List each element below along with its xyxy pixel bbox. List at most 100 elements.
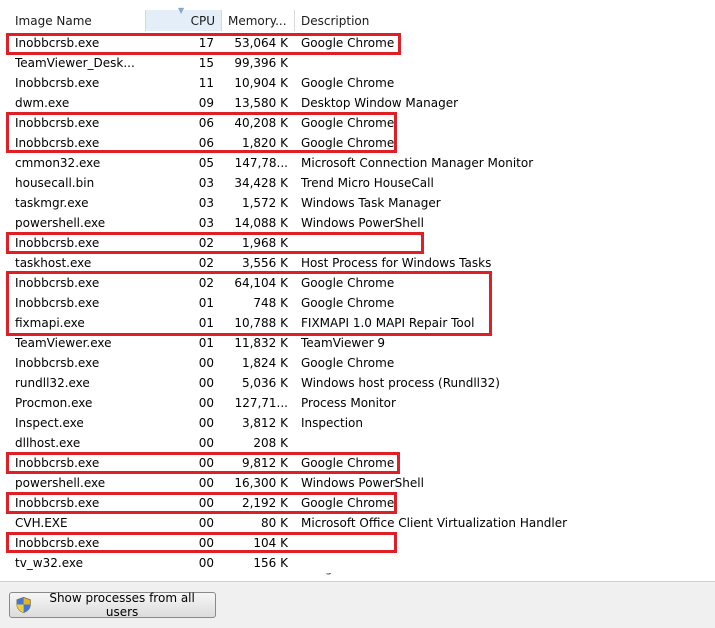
cell-description xyxy=(301,533,711,553)
cell-image-name: housecall.bin xyxy=(15,176,95,190)
cell-memory: 208 K xyxy=(253,436,288,450)
cell-description: Google Chrome xyxy=(301,296,395,310)
show-processes-from-all-users-label: Show processes from all users xyxy=(49,591,195,619)
cell-image-name: CVH.EXE xyxy=(15,516,68,530)
column-header-image-name[interactable]: Image Name xyxy=(0,10,146,31)
process-row[interactable]: Inobbcrsb.exe 01 748 K Google Chrome xyxy=(0,293,715,313)
cell-description xyxy=(301,53,711,73)
process-row[interactable]: fixmapi.exe 01 10,788 K FIXMAPI 1.0 MAPI Re… xyxy=(0,313,715,333)
process-row[interactable]: cmmon32.exe 05 147,78... Microsoft Connecti… xyxy=(0,153,715,173)
cell-description: Google Chrome xyxy=(301,496,395,510)
process-row[interactable]: Inobbcrsb.exe 00 2,192 K Google Chrome xyxy=(0,493,715,513)
cell-memory: 13,580 K xyxy=(234,96,288,110)
cell-cpu: 00 xyxy=(146,573,214,581)
cell-cpu: 00 xyxy=(198,456,214,470)
cell-memory: 16,300 K xyxy=(234,476,288,490)
partial-row: ... 00 964 K Google Windows Host xyxy=(0,573,715,581)
process-row[interactable]: Procmon.exe 00 127,71... Process Monitor xyxy=(0,393,715,413)
cell-cpu: 03 xyxy=(198,196,214,210)
cell-memory: 80 K xyxy=(261,516,288,530)
process-row[interactable]: Inobbcrsb.exe 17 53,064 K Google Chrome xyxy=(0,33,715,53)
cell-image-name: TeamViewer_Desk... xyxy=(15,56,135,70)
cell-cpu: 02 xyxy=(198,256,214,270)
cell-description xyxy=(301,433,711,453)
cell-image-name: TeamViewer.exe xyxy=(15,336,112,350)
cell-description: Microsoft Office Client Virtualization H… xyxy=(301,516,568,530)
process-list[interactable]: Image Name ▼ CPU Memory... Description I… xyxy=(0,0,715,581)
footer-bar: Show processes from all users xyxy=(0,581,715,628)
process-row[interactable]: taskmgr.exe 03 1,572 K Windows Task Manager xyxy=(0,193,715,213)
process-row[interactable]: powershell.exe 03 14,088 K Windows PowerShe… xyxy=(0,213,715,233)
process-row[interactable]: Inobbcrsb.exe 11 10,904 K Google Chrome xyxy=(0,73,715,93)
process-row[interactable]: TeamViewer.exe 01 11,832 K TeamViewer 9 xyxy=(0,333,715,353)
cell-description: Google Chrome xyxy=(301,456,395,470)
cell-image-name: Inobbcrsb.exe xyxy=(15,36,100,50)
cell-memory: 40,208 K xyxy=(234,116,288,130)
cell-image-name: fixmapi.exe xyxy=(15,316,85,330)
process-row[interactable]: powershell.exe 00 16,300 K Windows PowerShe… xyxy=(0,473,715,493)
cell-image-name: Inobbcrsb.exe xyxy=(15,456,100,470)
cell-cpu: 06 xyxy=(198,136,214,150)
sort-descending-icon: ▼ xyxy=(178,6,185,15)
cell-cpu: 02 xyxy=(198,276,214,290)
cell-description xyxy=(301,233,711,253)
cell-description: TeamViewer 9 xyxy=(301,336,385,350)
process-row[interactable]: Inobbcrsb.exe 00 9,812 K Google Chrome xyxy=(0,453,715,473)
cell-cpu: 00 xyxy=(198,496,214,510)
uac-shield-icon xyxy=(16,596,31,614)
cell-cpu: 17 xyxy=(198,36,214,50)
cell-memory: 3,556 K xyxy=(241,256,288,270)
process-row[interactable]: dwm.exe 09 13,580 K Desktop Window Manager xyxy=(0,93,715,113)
cell-memory: 64,104 K xyxy=(234,276,288,290)
process-row[interactable]: TeamViewer_Desk... 15 99,396 K xyxy=(0,53,715,73)
cell-cpu: 03 xyxy=(198,176,214,190)
cell-cpu: 00 xyxy=(198,436,214,450)
cell-image-name: Inobbcrsb.exe xyxy=(15,356,100,370)
column-header-description[interactable]: Description xyxy=(295,10,715,31)
column-header-cpu[interactable]: ▼ CPU xyxy=(146,6,222,31)
cell-description: Windows host process (Rundll32) xyxy=(301,376,500,390)
cell-description: Inspection xyxy=(301,416,363,430)
process-row[interactable]: Inobbcrsb.exe 02 1,968 K xyxy=(0,233,715,253)
cell-description: Windows PowerShell xyxy=(301,216,424,230)
cell-memory: 3,812 K xyxy=(241,416,288,430)
cell-image-name: dllhost.exe xyxy=(15,436,81,450)
cell-image-name: Inobbcrsb.exe xyxy=(15,136,100,150)
process-row[interactable]: rundll32.exe 00 5,036 K Windows host proces… xyxy=(0,373,715,393)
cell-image-name: taskmgr.exe xyxy=(15,196,89,210)
cell-memory: 127,71... xyxy=(234,396,288,410)
process-row[interactable]: Inobbcrsb.exe 00 104 K xyxy=(0,533,715,553)
cell-description: Google Chrome xyxy=(301,116,395,130)
cell-image-name: powershell.exe xyxy=(15,476,106,490)
process-row[interactable]: Inspect.exe 00 3,812 K Inspection xyxy=(0,413,715,433)
cell-image-name: Inobbcrsb.exe xyxy=(15,276,100,290)
process-row[interactable]: housecall.bin 03 34,428 K Trend Micro House… xyxy=(0,173,715,193)
cell-cpu: 01 xyxy=(198,316,214,330)
process-row[interactable]: Inobbcrsb.exe 02 64,104 K Google Chrome xyxy=(0,273,715,293)
cell-cpu: 00 xyxy=(198,376,214,390)
cell-memory: 147,78... xyxy=(234,156,288,170)
cell-image-name: Inobbcrsb.exe xyxy=(15,536,100,550)
process-row[interactable]: taskhost.exe 02 3,556 K Host Process for Wi… xyxy=(0,253,715,273)
cell-memory: 1,820 K xyxy=(241,136,288,150)
cell-image-name: Inobbcrsb.exe xyxy=(15,236,100,250)
show-processes-from-all-users-button[interactable]: Show processes from all users xyxy=(9,591,216,619)
process-row[interactable]: CVH.EXE 00 80 K Microsoft Office Client Vir… xyxy=(0,513,715,533)
cell-description: Host Process for Windows Tasks xyxy=(301,256,492,270)
cell-image-name: dwm.exe xyxy=(15,96,70,110)
cell-description: Microsoft Connection Manager Monitor xyxy=(301,156,534,170)
cell-memory: 99,396 K xyxy=(234,56,288,70)
process-row[interactable]: dllhost.exe 00 208 K xyxy=(0,433,715,453)
column-header-memory[interactable]: Memory... xyxy=(222,10,295,31)
column-header-row: Image Name ▼ CPU Memory... Description xyxy=(0,6,715,32)
cell-cpu: 01 xyxy=(198,296,214,310)
cell-memory: 1,968 K xyxy=(241,236,288,250)
process-row[interactable]: Inobbcrsb.exe 00 1,824 K Google Chrome xyxy=(0,353,715,373)
cell-description: Windows PowerShell xyxy=(301,476,424,490)
process-row[interactable]: Inobbcrsb.exe 06 1,820 K Google Chrome xyxy=(0,133,715,153)
cell-memory: 748 K xyxy=(253,296,288,310)
process-row[interactable]: tv_w32.exe 00 156 K xyxy=(0,553,715,573)
process-row[interactable]: Inobbcrsb.exe 06 40,208 K Google Chrome xyxy=(0,113,715,133)
cell-image-name: ... xyxy=(15,573,145,581)
cell-description: Google Chrome xyxy=(301,136,395,150)
